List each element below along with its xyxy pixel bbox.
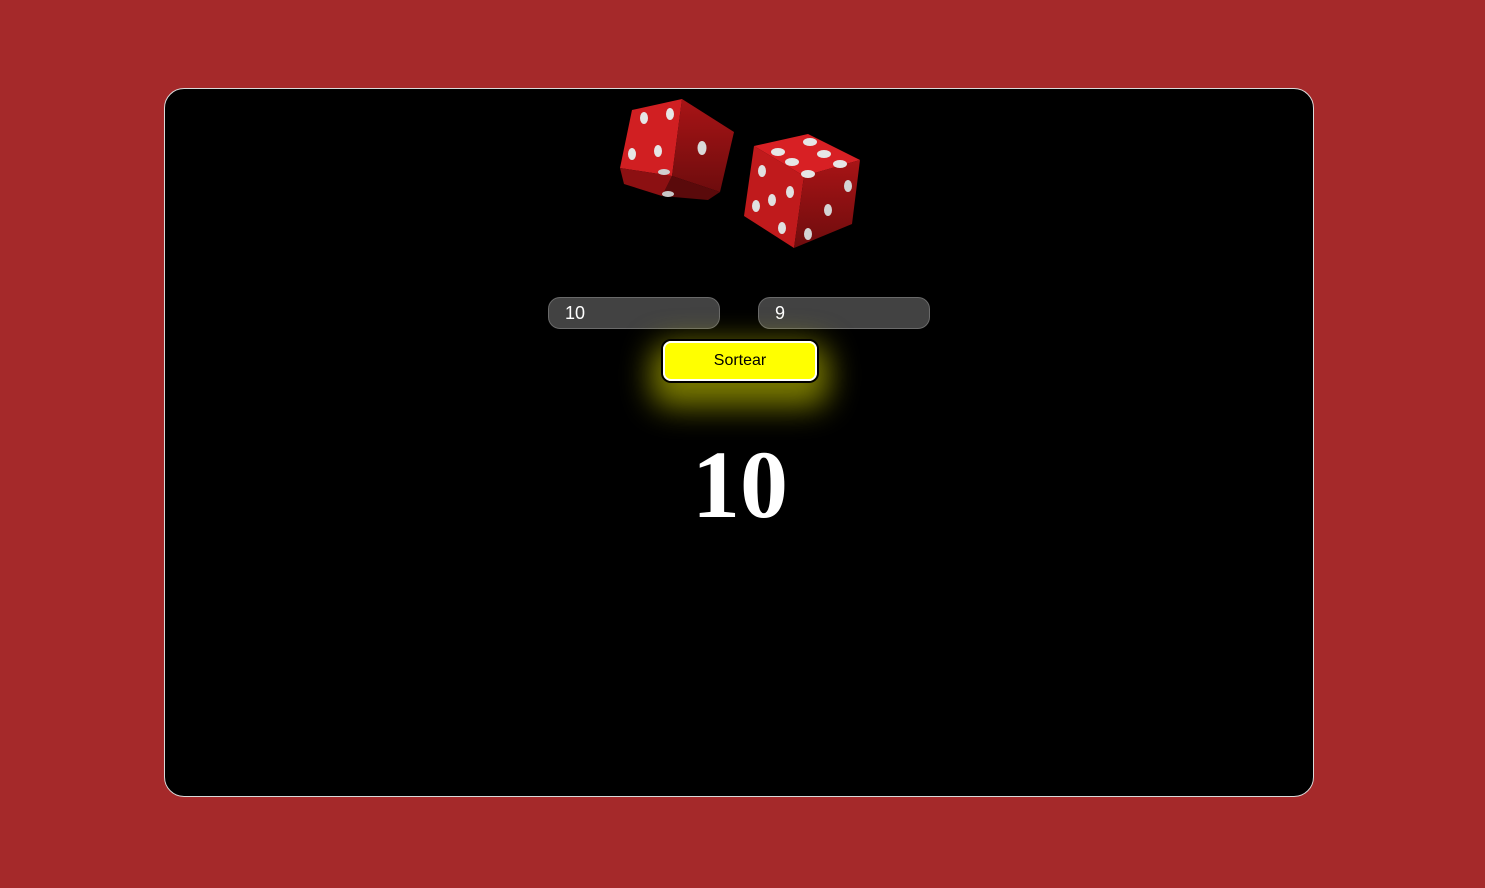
die-left [620,99,734,200]
min-number-input[interactable] [548,297,720,329]
range-inputs [548,297,932,331]
max-number-input[interactable] [758,297,930,329]
sortear-button[interactable]: Sortear [661,339,819,383]
die-right [744,134,860,248]
dice-image [612,96,872,256]
dice-icon [620,99,860,248]
result-number: 10 [692,431,788,538]
